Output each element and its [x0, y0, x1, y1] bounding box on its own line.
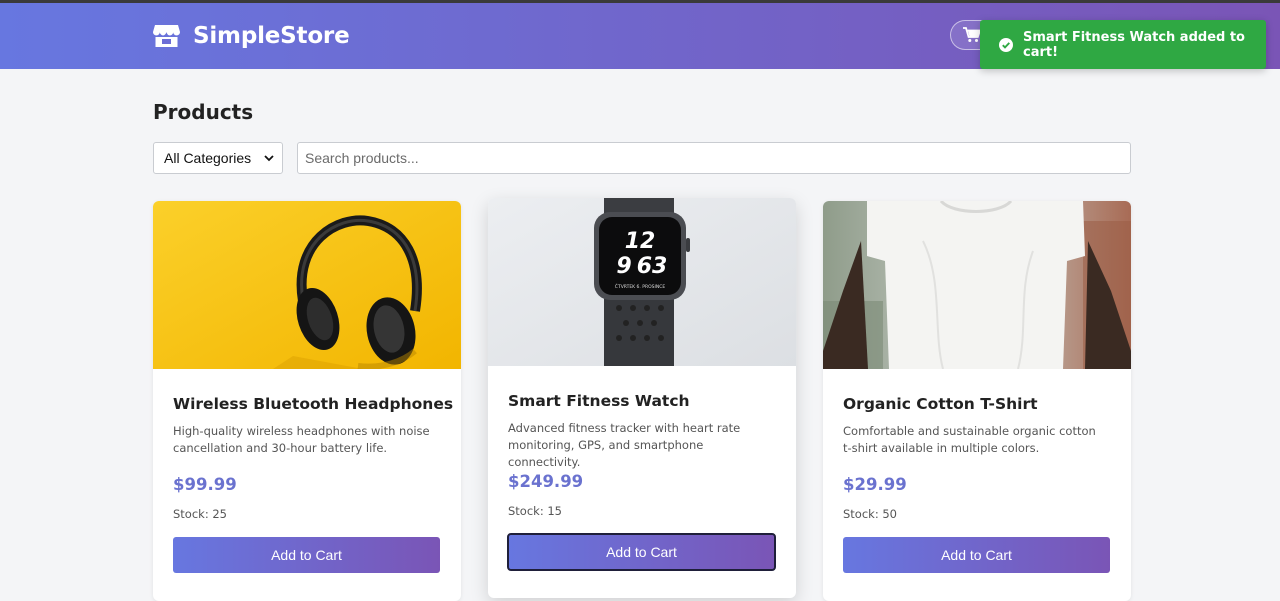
add-to-cart-button[interactable]: Add to Cart — [843, 537, 1110, 573]
brand[interactable]: SimpleStore — [153, 23, 350, 49]
chevron-down-icon — [264, 155, 274, 162]
product-name: Wireless Bluetooth Headphones — [173, 395, 454, 413]
product-price: $99.99 — [173, 475, 237, 494]
store-icon — [153, 25, 180, 47]
product-description: High-quality wireless headphones with no… — [173, 424, 430, 455]
toast-message: Smart Fitness Watch added to cart! — [1023, 29, 1245, 60]
shopping-cart-icon — [963, 27, 981, 42]
brand-name: SimpleStore — [193, 23, 350, 49]
product-image-headphones — [153, 201, 461, 369]
watch-face-digits-left: 9 — [616, 254, 631, 279]
product-card-tshirt: Organic Cotton T-Shirt Comfortable and s… — [823, 201, 1131, 601]
watch-face-digits-right: 63 — [637, 254, 668, 279]
watch-face-footer: ČTVRTEK 6. PROSINCE — [615, 283, 666, 290]
category-select-value: All Categories — [164, 150, 252, 166]
product-name: Smart Fitness Watch — [508, 392, 690, 410]
add-to-cart-button[interactable]: Add to Cart — [173, 537, 440, 573]
product-card-watch: 12 9 63 ČTVRTEK 6. PROSINCE Smart Fitnes… — [488, 198, 796, 598]
add-to-cart-button[interactable]: Add to Cart — [507, 533, 776, 571]
product-description: Comfortable and sustainable organic cott… — [843, 424, 1096, 455]
product-stock: Stock: 15 — [508, 504, 562, 518]
watch-face-hour: 12 — [625, 229, 656, 254]
product-price: $249.99 — [508, 472, 584, 491]
product-image-watch: 12 9 63 ČTVRTEK 6. PROSINCE — [488, 198, 796, 366]
check-circle-icon — [999, 37, 1013, 52]
category-select[interactable]: All Categories — [153, 142, 283, 174]
product-price: $29.99 — [843, 475, 907, 494]
product-image-tshirt — [823, 201, 1131, 369]
product-stock: Stock: 50 — [843, 507, 897, 521]
product-stock: Stock: 25 — [173, 507, 227, 521]
product-description: Advanced fitness tracker with heart rate… — [508, 421, 741, 469]
product-card-headphones: Wireless Bluetooth Headphones High-quali… — [153, 201, 461, 601]
page-title: Products — [153, 100, 254, 124]
added-to-cart-toast: Smart Fitness Watch added to cart! — [980, 20, 1266, 69]
product-name: Organic Cotton T-Shirt — [843, 395, 1038, 413]
search-input[interactable] — [297, 142, 1131, 174]
